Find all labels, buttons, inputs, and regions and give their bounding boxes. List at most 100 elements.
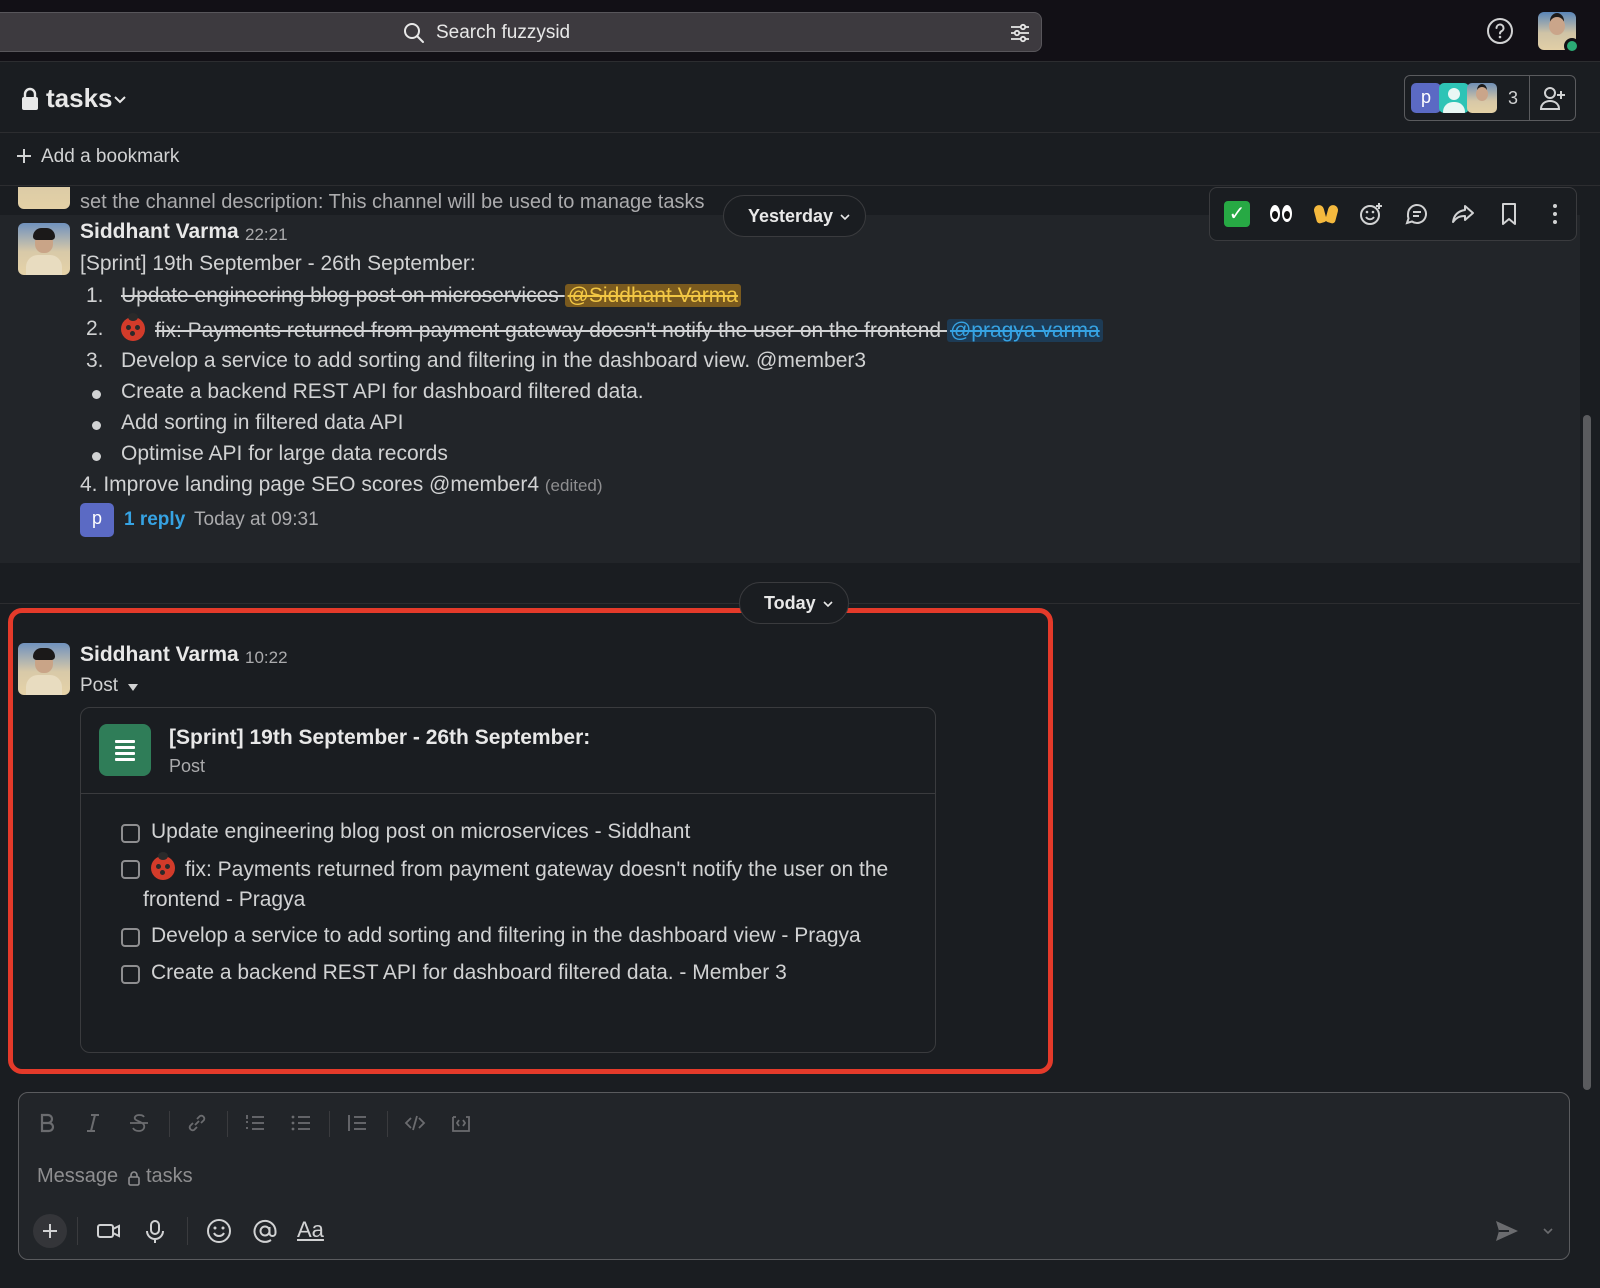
reply-in-thread-icon[interactable] — [1404, 201, 1430, 227]
post-subtitle: Post — [169, 756, 206, 776]
edited-label: (edited) — [544, 476, 603, 495]
code-block-icon[interactable] — [449, 1111, 473, 1135]
filter-sliders-icon[interactable] — [1008, 21, 1032, 45]
help-icon[interactable] — [1486, 17, 1514, 45]
post-type-dropdown[interactable]: Post — [80, 675, 118, 697]
list-number: 2. — [86, 317, 104, 340]
date-divider-today[interactable]: Today — [739, 582, 849, 624]
attach-plus-button[interactable] — [33, 1214, 67, 1248]
add-reaction-icon[interactable] — [1358, 201, 1384, 227]
add-bookmark-button[interactable]: Add a bookmark — [41, 146, 179, 168]
member-avatar — [1439, 83, 1469, 113]
task-item: Develop a service to add sorting and fil… — [151, 924, 861, 947]
member-avatar: p — [1411, 83, 1441, 113]
channel-description-event: set the channel description: This channe… — [80, 191, 705, 213]
bullet-item: Optimise API for large data records — [121, 442, 448, 465]
chevron-down-icon[interactable] — [112, 91, 128, 107]
divider — [1529, 76, 1530, 120]
avatar — [18, 187, 70, 209]
divider — [169, 1111, 170, 1137]
scrollbar[interactable] — [1583, 415, 1591, 1090]
more-actions-icon[interactable] — [1542, 201, 1568, 227]
message-timestamp[interactable]: 22:21 — [245, 225, 288, 245]
channel-header: tasks p 3 — [0, 63, 1600, 133]
message-sprint[interactable]: Siddhant Varma 22:21 [Sprint] 19th Septe… — [0, 215, 1580, 563]
video-clip-icon[interactable] — [95, 1217, 123, 1245]
thread-replies-link[interactable]: 1 reply — [124, 509, 185, 531]
task-item-continuation: frontend - Pragya — [143, 888, 306, 911]
last-reply-time: Today at 09:31 — [194, 509, 319, 530]
avatar[interactable] — [18, 223, 70, 275]
message-author[interactable]: Siddhant Varma — [80, 220, 239, 244]
divider — [187, 1217, 188, 1245]
list-item: Develop a service to add sorting and fil… — [121, 349, 867, 372]
divider — [77, 1217, 78, 1245]
code-icon[interactable] — [403, 1111, 427, 1135]
channel-name[interactable]: tasks — [46, 83, 113, 114]
task-checkbox[interactable] — [121, 860, 140, 879]
mention-user[interactable]: @pragya varma — [946, 319, 1103, 342]
list-item: Update engineering blog post on microser… — [121, 284, 741, 308]
member-avatar — [1467, 83, 1497, 113]
strikethrough-icon[interactable] — [127, 1111, 151, 1135]
post-card[interactable]: [Sprint] 19th September - 26th September… — [80, 707, 936, 1053]
blockquote-icon[interactable] — [345, 1111, 369, 1135]
bullet — [92, 452, 101, 461]
bold-icon[interactable] — [35, 1111, 59, 1135]
message-timestamp[interactable]: 10:22 — [245, 648, 288, 668]
italic-icon[interactable] — [81, 1111, 105, 1135]
members-button[interactable]: p 3 — [1404, 75, 1576, 121]
emoji-icon[interactable] — [205, 1217, 233, 1245]
divider — [387, 1111, 388, 1137]
search-bar[interactable]: Search fuzzysid — [0, 12, 1042, 52]
presence-status-dot — [1564, 38, 1580, 54]
composer-channel-name: tasks — [146, 1165, 193, 1187]
task-checkbox[interactable] — [121, 928, 140, 947]
plus-icon[interactable] — [16, 148, 32, 164]
mention-at-icon[interactable] — [251, 1217, 279, 1245]
task-checkbox[interactable] — [121, 965, 140, 984]
message-list[interactable]: set the channel description: This channe… — [0, 187, 1600, 1092]
post-title[interactable]: [Sprint] 19th September - 26th September… — [169, 726, 590, 750]
plus-icon — [43, 1224, 57, 1238]
microphone-icon[interactable] — [141, 1217, 169, 1245]
bookmark-icon[interactable] — [1496, 201, 1522, 227]
avatar[interactable] — [18, 643, 70, 695]
caret-down-icon[interactable] — [128, 684, 138, 691]
message-title: [Sprint] 19th September - 26th September… — [80, 252, 476, 275]
bookmarks-bar: Add a bookmark — [0, 134, 1600, 186]
eyes-emoji-icon[interactable] — [1268, 201, 1294, 227]
chevron-down-icon[interactable] — [1541, 1224, 1555, 1238]
chevron-down-icon — [840, 214, 850, 221]
lock-icon — [128, 1171, 140, 1186]
search-placeholder: Search fuzzysid — [436, 22, 571, 43]
bulleted-list-icon[interactable] — [289, 1111, 313, 1135]
post-card-header[interactable]: [Sprint] 19th September - 26th September… — [81, 708, 935, 794]
date-divider-yesterday[interactable]: Yesterday — [723, 195, 866, 237]
task-checkbox[interactable] — [121, 824, 140, 843]
post-document-icon — [99, 724, 151, 776]
link-icon[interactable] — [185, 1111, 209, 1135]
list-item: fix: Payments returned from payment gate… — [121, 313, 1103, 343]
message-actions-toolbar: ✓ — [1209, 187, 1577, 241]
list-item: 4. Improve landing page SEO scores @memb… — [80, 473, 603, 496]
mention-self[interactable]: @Siddhant Varma — [564, 284, 741, 307]
white-check-mark-emoji-icon[interactable]: ✓ — [1224, 201, 1250, 227]
text-formatting-toggle[interactable]: Aa — [297, 1217, 324, 1243]
ordered-list-icon[interactable] — [243, 1111, 267, 1135]
send-icon[interactable] — [1493, 1217, 1521, 1245]
bullet-item: Add sorting in filtered data API — [121, 411, 404, 434]
message-composer[interactable]: Message tasks Aa — [18, 1092, 1570, 1260]
raised-hands-emoji-icon[interactable] — [1312, 201, 1340, 227]
reply-avatar: p — [80, 503, 114, 537]
bullet — [92, 390, 101, 399]
divider — [227, 1111, 228, 1137]
bullet-item: Create a backend REST API for dashboard … — [121, 380, 644, 403]
share-forward-icon[interactable] — [1450, 201, 1476, 227]
composer-placeholder[interactable]: Message — [37, 1165, 118, 1188]
ladybug-emoji-icon — [121, 313, 145, 341]
top-bar: Search fuzzysid — [0, 0, 1600, 62]
message-author[interactable]: Siddhant Varma — [80, 643, 239, 667]
add-member-icon[interactable] — [1539, 84, 1567, 112]
lock-icon — [22, 87, 38, 110]
